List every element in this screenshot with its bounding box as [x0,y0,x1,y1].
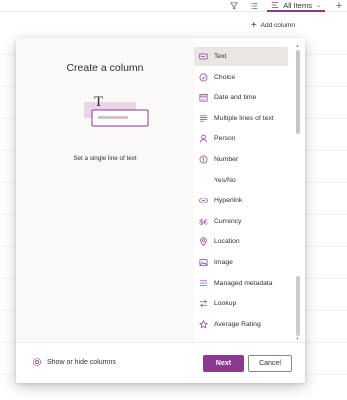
column-type-option[interactable]: Date and time [194,88,288,107]
column-preview-pane: Create a column T Set a single line of t… [16,38,194,342]
column-type-description: Set a single line of text [73,155,137,162]
column-type-label: Number [214,156,239,163]
column-type-label: Managed metadata [214,279,273,287]
plus-icon: + [250,20,257,31]
column-type-option[interactable]: Number [194,150,288,169]
cancel-button[interactable]: Cancel [248,355,292,372]
scrollbar-thumb-lower[interactable] [295,276,300,336]
person-icon [199,134,208,143]
number-icon [199,155,208,164]
gear-icon [32,357,42,367]
column-type-option[interactable]: Text [194,47,288,66]
column-type-option[interactable]: Location [194,232,288,251]
chevron-down-icon: ⌄ [315,2,321,9]
column-type-label: Average Rating [214,320,261,328]
multiline-text-icon [199,114,208,123]
scrollbar-thumb[interactable] [295,50,300,134]
column-type-label: Multiple lines of text [214,114,274,122]
text-field-icon [199,52,208,61]
add-column-button[interactable]: + Add column [251,20,295,31]
column-type-option[interactable]: Yes/No [194,171,288,190]
star-icon [199,319,208,329]
scroll-down-arrow-icon[interactable]: ▼ [295,337,300,341]
column-type-label: Text [214,53,227,60]
tag-icon [199,279,208,288]
column-type-option[interactable]: Average Rating [194,315,288,334]
add-column-label: Add column [260,22,295,29]
svg-text:$€: $€ [199,217,208,225]
show-hide-columns-button[interactable]: Show or hide columns [32,357,116,367]
view-selector[interactable]: All Items ⌄ [267,0,325,12]
panel-footer: Show or hide columns Next Cancel [16,342,305,383]
view-controls: All Items ⌄ + [227,0,347,12]
plus-icon[interactable]: + [331,0,347,12]
column-type-list: Text Choice Date and time Multiple lines of… [194,47,294,342]
link-icon [199,196,208,205]
text-column-illustration: T [84,94,149,127]
location-icon [199,237,208,247]
column-type-label: Lookup [214,300,237,308]
calendar-icon [199,93,208,102]
next-button[interactable]: Next [203,355,244,372]
column-type-label: Person [214,135,236,143]
svg-text:T: T [94,94,103,110]
column-type-option[interactable]: $€ Currency [194,212,288,231]
column-type-option[interactable]: Choice [194,68,288,87]
filter-icon[interactable] [227,0,241,12]
scrollbar[interactable]: ▲ ▼ [295,44,300,341]
column-type-option[interactable]: Lookup [194,294,288,313]
currency-icon: $€ [199,217,208,225]
column-type-label: Date and time [214,94,257,102]
column-type-option[interactable]: Multiple lines of text [194,109,288,128]
column-type-option[interactable]: Person [194,129,288,148]
choice-icon [199,73,208,82]
column-type-label: Location [214,238,240,246]
panel-title: Create a column [66,62,144,74]
view-lines-icon [272,2,279,8]
create-column-panel: Create a column T Set a single line of t… [16,38,305,383]
command-bar: All Items ⌄ + [0,0,347,12]
show-hide-columns-label: Show or hide columns [47,358,116,366]
column-type-label: Choice [214,73,236,81]
column-type-label: Yes/No [214,176,236,184]
column-type-option[interactable]: Image [194,253,288,272]
column-type-option[interactable]: Managed metadata [194,274,288,293]
column-type-label: Hyperlink [214,197,243,205]
list-view-icon[interactable] [247,0,261,12]
lookup-icon [199,299,208,308]
column-type-label: Image [214,259,233,266]
image-icon [199,258,208,267]
column-type-option[interactable]: Hyperlink [194,191,288,210]
scroll-up-arrow-icon[interactable]: ▲ [295,44,300,48]
view-selector-label: All Items [283,0,312,10]
column-type-label: Currency [214,217,242,225]
